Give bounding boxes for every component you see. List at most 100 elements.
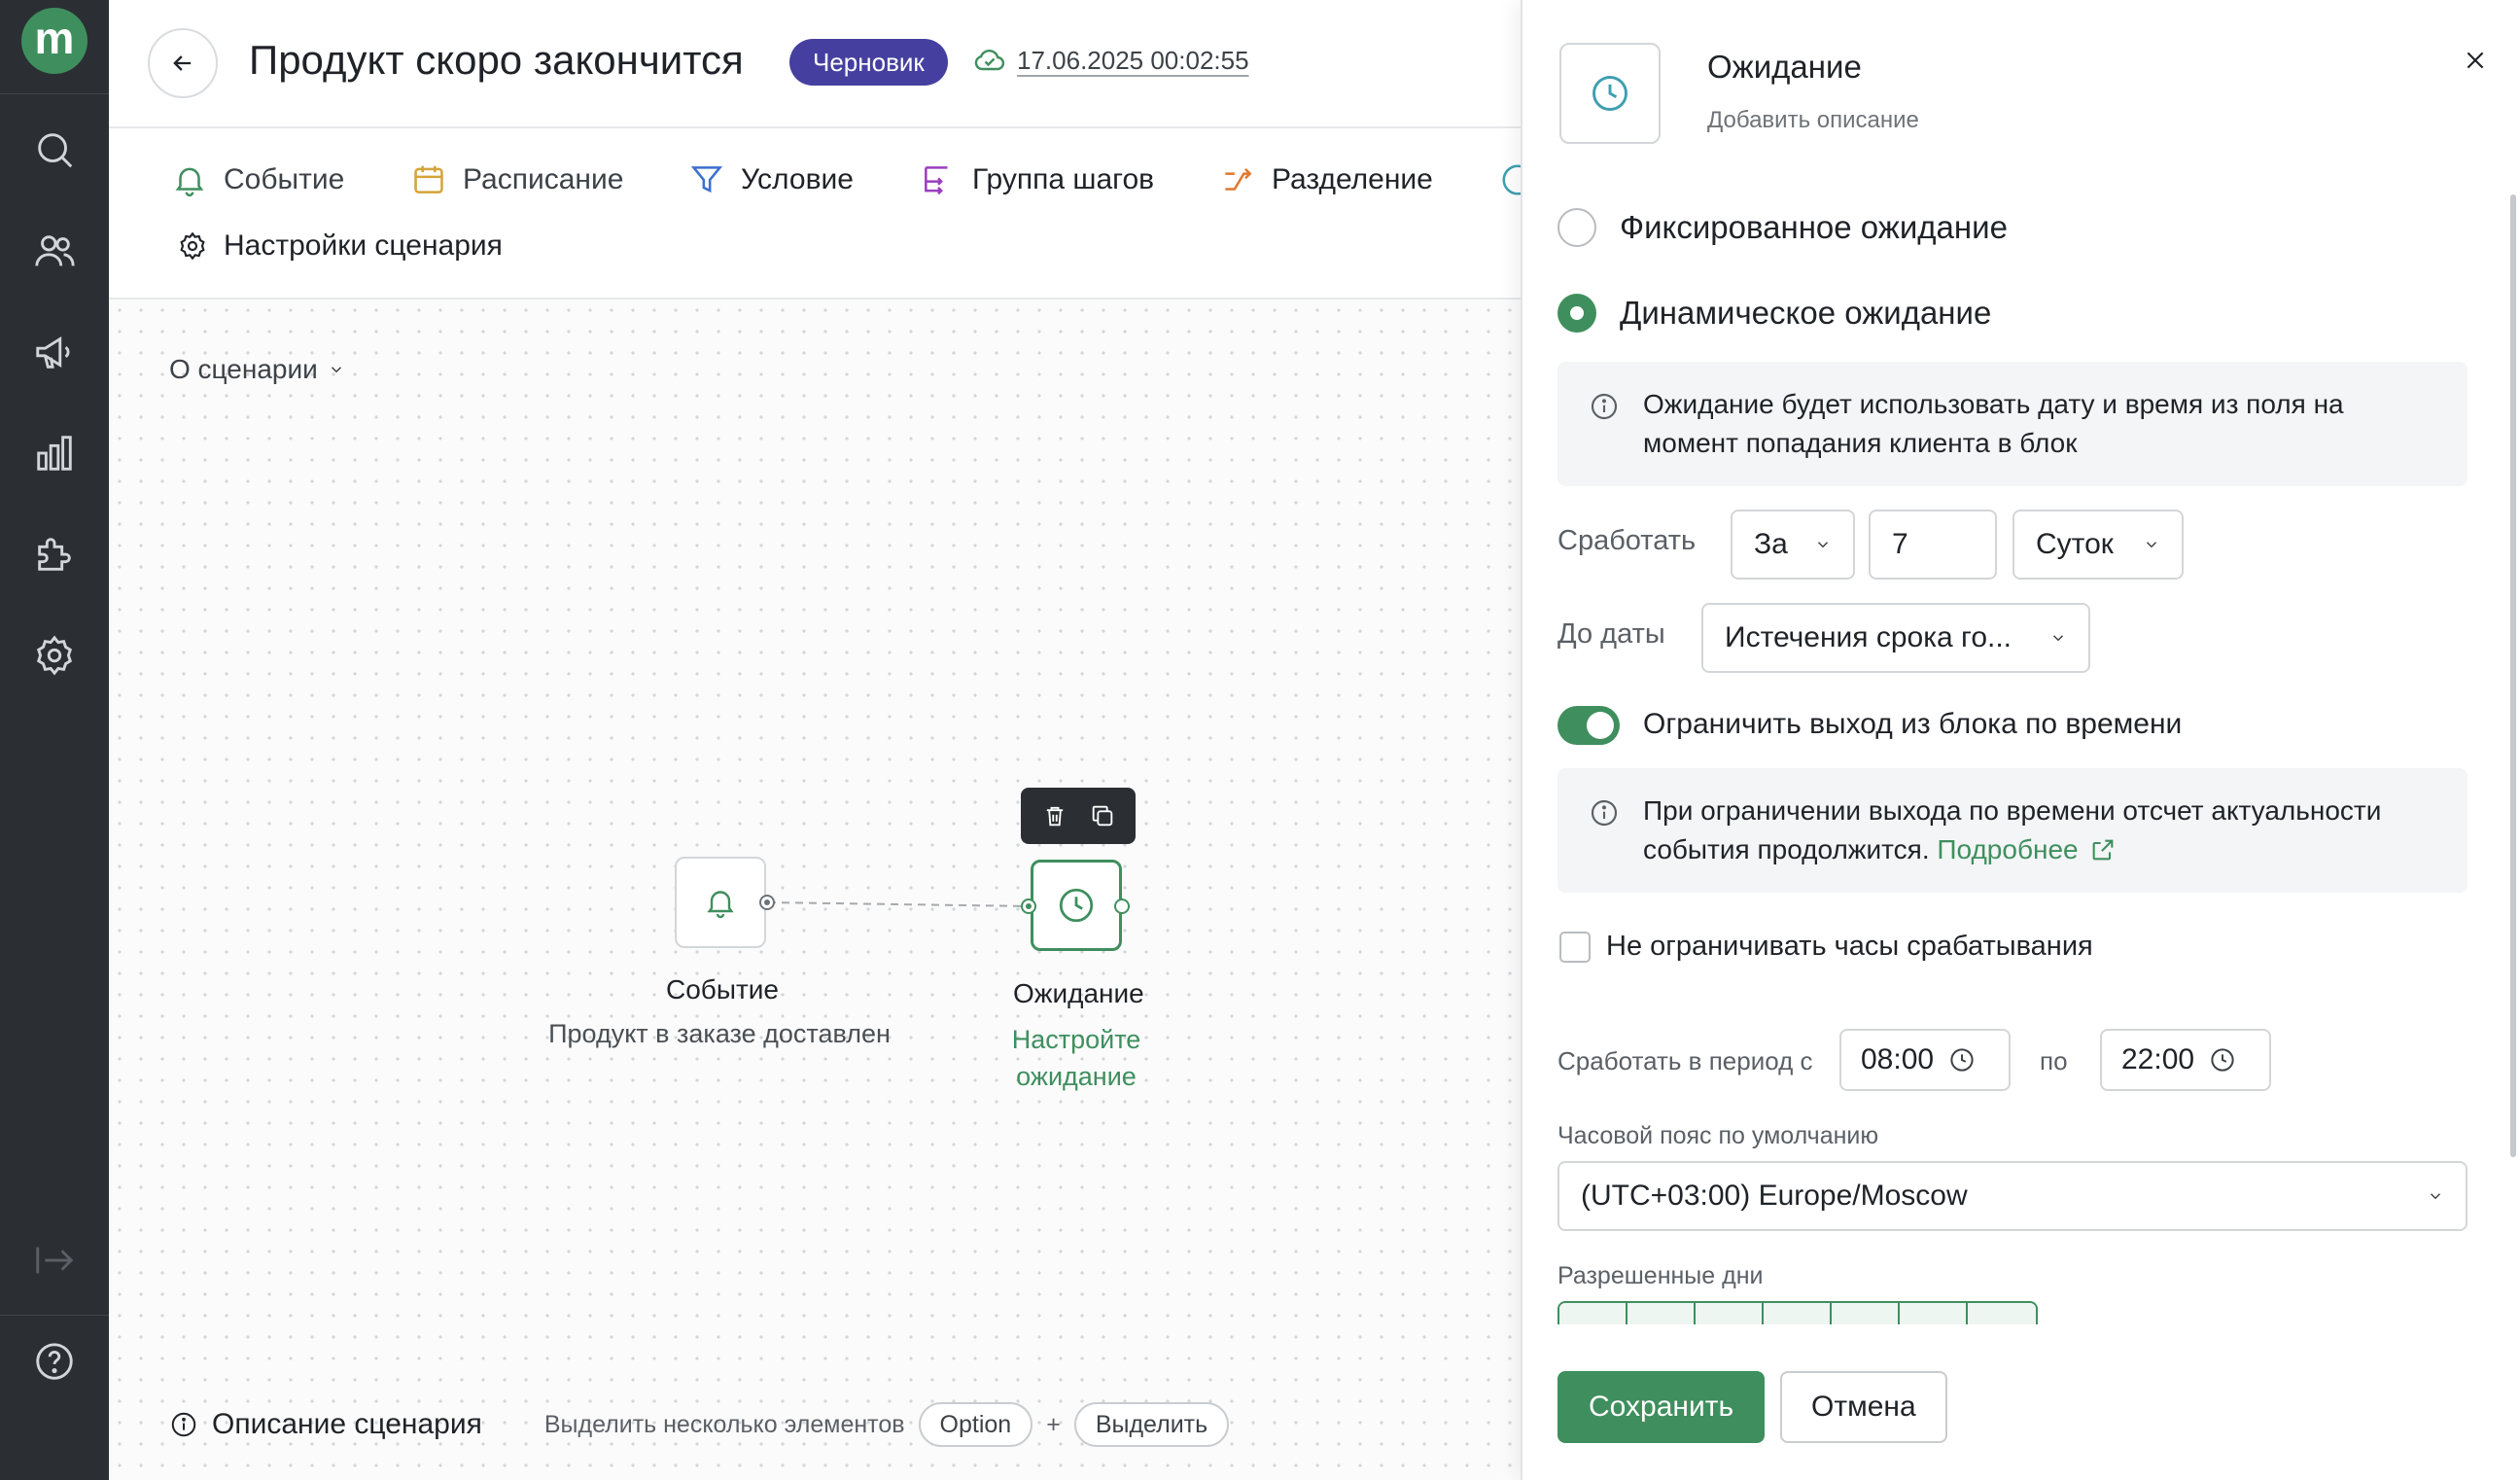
- split-icon: [1225, 168, 1252, 191]
- collapse-sidebar-icon[interactable]: [29, 1235, 80, 1286]
- radio-button-selected[interactable]: [1558, 294, 1596, 333]
- wait-node-output-port[interactable]: [1114, 899, 1130, 914]
- allowed-days-selector[interactable]: [1558, 1301, 2038, 1324]
- page-title[interactable]: Продукт скоро закончится: [249, 37, 744, 84]
- learn-more-link[interactable]: Подробнее: [1937, 834, 2117, 864]
- panel-footer: Сохранить Отмена: [1522, 1334, 2520, 1480]
- app-logo[interactable]: m: [21, 8, 88, 74]
- close-icon: [2467, 52, 2484, 69]
- chevron-down-icon: [1817, 542, 1829, 548]
- info-icon: [1591, 799, 1618, 827]
- scenario-canvas[interactable]: О сценарии Событие Продукт в заказе дост…: [109, 300, 1521, 1480]
- chevron-down-icon: [2430, 1193, 2441, 1200]
- until-date-label: До даты: [1558, 618, 1665, 650]
- save-button[interactable]: Сохранить: [1558, 1371, 1766, 1443]
- day-toggle[interactable]: [1696, 1303, 1764, 1324]
- close-panel-button[interactable]: [2456, 41, 2495, 80]
- key-option: Option: [918, 1402, 1033, 1447]
- clock-icon: [1502, 164, 1521, 195]
- period-to-label: по: [2040, 1046, 2068, 1075]
- panel-block-icon: [1559, 43, 1661, 144]
- multi-select-hint: Выделить несколько элементов: [543, 1410, 905, 1438]
- wait-node-input-port[interactable]: [1021, 899, 1036, 914]
- gear-icon: [180, 231, 205, 261]
- bell-icon: [707, 891, 734, 919]
- megaphone-icon[interactable]: [29, 327, 80, 377]
- wait-node-subtitle[interactable]: Настройте ожидание: [979, 1021, 1173, 1095]
- external-link-icon: [2093, 839, 2114, 861]
- toolbar-item-condition[interactable]: Условие: [688, 161, 854, 198]
- add-description-link[interactable]: Добавить описание: [1707, 107, 1919, 134]
- saved-timestamp[interactable]: 17.06.2025 00:02:55: [1017, 46, 1249, 76]
- radio-fixed-wait[interactable]: Фиксированное ожидание: [1558, 208, 2008, 247]
- day-toggle[interactable]: [1968, 1303, 2036, 1324]
- clock-icon: [1950, 1048, 1974, 1072]
- key-select: Выделить: [1073, 1402, 1230, 1447]
- node-connector-line: [767, 901, 1032, 907]
- copy-icon[interactable]: [1089, 802, 1116, 829]
- node-tools-popover: [1021, 788, 1136, 844]
- scenario-description-button[interactable]: Описание сценария: [212, 1408, 482, 1441]
- cancel-button[interactable]: Отмена: [1780, 1371, 1947, 1443]
- event-node[interactable]: [675, 857, 766, 948]
- period-from-input[interactable]: 08:00: [1839, 1029, 2011, 1091]
- no-hour-limit-checkbox[interactable]: [1559, 932, 1591, 963]
- event-node-subtitle: Продукт в заказе доставлен: [548, 1019, 891, 1048]
- toolbar-item-schedule[interactable]: Расписание: [410, 161, 623, 198]
- search-icon[interactable]: [29, 124, 80, 175]
- wait-settings-panel: Ожидание Добавить описание Фиксированное…: [1521, 0, 2520, 1480]
- trigger-unit-select[interactable]: Суток: [2012, 510, 2184, 580]
- radio-dynamic-wait[interactable]: Динамическое ожидание: [1558, 294, 1991, 333]
- event-node-title: Событие: [666, 974, 779, 1004]
- analytics-icon[interactable]: [29, 428, 80, 478]
- settings-gear-icon[interactable]: [29, 630, 80, 681]
- sidebar: m: [0, 0, 109, 1480]
- period-to-input[interactable]: 22:00: [2100, 1029, 2271, 1091]
- help-icon[interactable]: [29, 1336, 80, 1387]
- calendar-icon: [414, 165, 443, 194]
- day-toggle[interactable]: [1559, 1303, 1628, 1324]
- info-dynamic-wait: Ожидание будет использовать дату и время…: [1558, 362, 2468, 486]
- sidebar-divider: [0, 1315, 109, 1316]
- wait-node[interactable]: [1031, 860, 1122, 951]
- limit-exit-toggle[interactable]: [1558, 706, 1620, 745]
- radio-button[interactable]: [1558, 208, 1596, 247]
- trigger-amount-input[interactable]: 7: [1869, 510, 1997, 580]
- bell-icon: [175, 167, 204, 197]
- event-node-output-port[interactable]: [759, 895, 775, 910]
- wait-node-title: Ожидание: [1013, 978, 1144, 1008]
- users-icon[interactable]: [29, 226, 80, 276]
- trash-icon[interactable]: [1041, 802, 1068, 829]
- timezone-label: Часовой пояс по умолчанию: [1558, 1122, 1879, 1149]
- panel-scrollbar[interactable]: [2510, 194, 2516, 1157]
- toolbar-item-event[interactable]: Событие: [171, 161, 344, 198]
- scenario-header: Продукт скоро закончится Черновик 17.06.…: [109, 0, 1521, 128]
- integrations-puzzle-icon[interactable]: [29, 529, 80, 580]
- chevron-down-icon: [2052, 635, 2064, 642]
- no-hour-limit-label: Не ограничивать часы срабатывания: [1606, 931, 2093, 962]
- timezone-select[interactable]: (UTC+03:00) Europe/Moscow: [1558, 1161, 2468, 1231]
- sidebar-divider: [0, 93, 109, 94]
- day-toggle[interactable]: [1900, 1303, 1968, 1324]
- period-label: Сработать в период с: [1558, 1046, 1813, 1075]
- scenario-settings-button[interactable]: Настройки сценария: [177, 229, 503, 263]
- about-scenario-dropdown[interactable]: О сценарии: [169, 354, 345, 385]
- saved-status[interactable]: 17.06.2025 00:02:55: [972, 43, 1249, 78]
- toolbar-item-split[interactable]: Разделение: [1219, 161, 1433, 198]
- cloud-check-icon: [974, 49, 1005, 71]
- toolbar-item-step-group[interactable]: Группа шагов: [920, 161, 1154, 198]
- until-date-select[interactable]: Истечения срока го...: [1701, 603, 2090, 673]
- trigger-direction-select[interactable]: За: [1731, 510, 1855, 580]
- panel-title[interactable]: Ожидание: [1707, 49, 1862, 86]
- block-toolbar: Событие Расписание Условие Группа шагов …: [109, 128, 1521, 300]
- info-icon: [171, 1412, 196, 1437]
- toolbar-item-more[interactable]: [1499, 161, 1521, 198]
- status-badge: Черновик: [789, 39, 948, 86]
- back-button[interactable]: [148, 28, 218, 98]
- chevron-down-icon: [2146, 542, 2157, 548]
- trigger-label: Сработать: [1558, 525, 1697, 556]
- day-toggle[interactable]: [1832, 1303, 1900, 1324]
- chevron-down-icon: [331, 367, 341, 373]
- day-toggle[interactable]: [1628, 1303, 1696, 1324]
- day-toggle[interactable]: [1764, 1303, 1832, 1324]
